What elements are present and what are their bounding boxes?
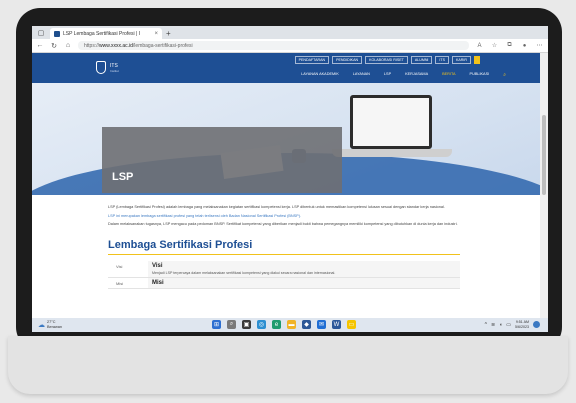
topnav-item[interactable]: ALUMNI xyxy=(410,56,433,64)
main-navigation: LAYANAN AKADEMIK LAYANAN LSP KERJASAMA B… xyxy=(301,72,506,78)
row-description: Menjadi LSP terpercaya dalam melaksanaka… xyxy=(152,270,336,275)
table-row: Visi Visi Menjadi LSP terpercaya dalam m… xyxy=(108,260,460,278)
weather-widget[interactable]: ☁ 27°C Berawan xyxy=(38,320,62,329)
top-navigation: PENDAFTARAN PENDIDIKAN KOLABORASI RISET … xyxy=(294,56,480,64)
mail-icon[interactable]: ✉ xyxy=(317,320,326,329)
read-aloud-icon[interactable]: A xyxy=(475,43,484,49)
mainnav-item-active[interactable]: BERITA xyxy=(442,72,455,78)
volume-icon[interactable]: ◖ xyxy=(499,322,502,328)
logo-emblem-icon xyxy=(96,61,106,74)
topnav-item[interactable]: ITS xyxy=(435,56,450,64)
url-host: www.xxxx.ac.id xyxy=(99,42,133,49)
hero-laptop-illustration xyxy=(350,95,432,149)
search-icon[interactable]: ⌕ xyxy=(227,320,236,329)
url-prefix: https:// xyxy=(84,42,100,49)
window-menu-icon[interactable]: ▢ xyxy=(36,28,46,38)
clock-time: 9:51 AM xyxy=(515,320,529,324)
address-bar-row: ← ↻ ⌂ https:// www.xxxx.ac.id /lembaga-s… xyxy=(32,39,548,53)
hero-banner: LSP xyxy=(32,83,540,195)
table-row: Misi Misi xyxy=(108,277,460,289)
more-icon[interactable]: ⋯ xyxy=(535,42,544,49)
site-header: ITS Institut PENDAFTARAN PENDIDIKAN KOLA… xyxy=(32,53,540,83)
topnav-item[interactable]: KOLABORASI RISET xyxy=(365,56,408,64)
topnav-item[interactable]: KARIR xyxy=(452,56,471,64)
row-heading: Misi xyxy=(152,279,164,286)
taskbar-apps: ⊞ ⌕ ▣ ◎ e ▬ ◆ ✉ W ▭ xyxy=(212,320,356,329)
browser-tab[interactable]: LSP Lembaga Sertifikasi Profesi | I × xyxy=(50,28,162,39)
intro-paragraph: Dalam melaksanakan tugasnya, LSP mengacu… xyxy=(108,222,458,227)
clock[interactable]: 9:51 AM 5/6/2023 xyxy=(515,320,529,329)
row-key: Misi xyxy=(116,280,124,286)
mainnav-item[interactable]: PUBLIKASI xyxy=(470,72,490,78)
collections-icon[interactable]: ⧉ xyxy=(505,42,514,49)
new-tab-button[interactable]: + xyxy=(166,29,171,38)
topnav-item[interactable]: PENDAFTARAN xyxy=(294,56,330,64)
search-icon[interactable]: ⌕ xyxy=(503,72,506,78)
browser-tab-bar: ▢ LSP Lembaga Sertifikasi Profesi | I × … xyxy=(32,26,548,39)
screen: ▢ LSP Lembaga Sertifikasi Profesi | I × … xyxy=(32,26,548,332)
start-icon[interactable]: ⊞ xyxy=(212,320,221,329)
lock-icon[interactable]: ⌂ xyxy=(64,42,72,49)
row-heading: Visi xyxy=(152,262,163,269)
intro-paragraph: LSP (Lembaga Sertifikasi Profesi) adalah… xyxy=(108,205,445,209)
topnav-item[interactable]: PENDIDIKAN xyxy=(332,56,363,64)
notification-icon[interactable] xyxy=(533,321,540,328)
mainnav-item[interactable]: LAYANAN xyxy=(353,72,370,78)
chat-icon[interactable]: ◎ xyxy=(257,320,266,329)
page-scrollbar[interactable] xyxy=(540,53,548,318)
hero-title-band xyxy=(102,127,342,193)
mainnav-item[interactable]: KERJASAMA xyxy=(405,72,428,78)
url-field[interactable]: https:// www.xxxx.ac.id /lembaga-sertifi… xyxy=(78,41,469,50)
row-key: Visi xyxy=(116,263,123,269)
tray-chevron-icon[interactable]: ^ xyxy=(485,322,487,328)
vision-mission-table: Visi Visi Menjadi LSP terpercaya dalam m… xyxy=(108,260,460,289)
section-title: Lembaga Sertifikasi Profesi xyxy=(108,239,460,255)
back-icon[interactable]: ← xyxy=(36,42,44,49)
language-toggle[interactable] xyxy=(474,56,480,64)
battery-icon[interactable]: ▭ xyxy=(506,322,511,328)
row-value: Misi xyxy=(148,277,460,288)
folder-icon[interactable]: ▭ xyxy=(347,320,356,329)
clock-date: 5/6/2023 xyxy=(515,324,529,329)
tablet-base xyxy=(8,336,568,394)
store-icon[interactable]: ◆ xyxy=(302,320,311,329)
cloud-icon: ☁ xyxy=(38,321,45,329)
refresh-icon[interactable]: ↻ xyxy=(50,42,58,50)
favorites-icon[interactable]: ☆ xyxy=(490,42,499,49)
tab-close-icon[interactable]: × xyxy=(154,31,158,37)
url-path: /lembaga-sertifikasi-profesi xyxy=(132,42,193,49)
page-content: LSP (Lembaga Sertifikasi Profesi) adalah… xyxy=(32,195,540,289)
row-value: Visi Menjadi LSP terpercaya dalam melaks… xyxy=(148,260,460,277)
site-favicon-icon xyxy=(54,30,60,37)
task-view-icon[interactable]: ▣ xyxy=(242,320,251,329)
taskbar: ☁ 27°C Berawan ⊞ ⌕ ▣ ◎ e ▬ ◆ ✉ W ▭ ^ ≋ ◖… xyxy=(32,318,548,332)
profile-icon[interactable]: ● xyxy=(520,43,529,49)
weather-condition: Berawan xyxy=(47,324,62,329)
file-explorer-icon[interactable]: ▬ xyxy=(287,320,296,329)
web-page: ITS Institut PENDAFTARAN PENDIDIKAN KOLA… xyxy=(32,53,540,318)
intro-paragraph-link[interactable]: LSP ini merupakan lembaga sertifikasi pr… xyxy=(108,214,470,220)
wifi-icon[interactable]: ≋ xyxy=(491,322,495,328)
mainnav-item[interactable]: LSP xyxy=(384,72,391,78)
hero-laptop-base xyxy=(332,149,452,157)
logo-subtitle: Institut xyxy=(110,68,119,73)
edge-browser-icon[interactable]: e xyxy=(272,320,281,329)
scrollbar-thumb[interactable] xyxy=(542,115,546,195)
site-logo[interactable]: ITS Institut xyxy=(96,61,119,74)
mainnav-item[interactable]: LAYANAN AKADEMIK xyxy=(301,72,339,78)
system-tray: ^ ≋ ◖ ▭ 9:51 AM 5/6/2023 xyxy=(485,320,540,329)
tab-title: LSP Lembaga Sertifikasi Profesi | I xyxy=(63,30,141,37)
logo-name: ITS xyxy=(110,62,118,69)
word-icon[interactable]: W xyxy=(332,320,341,329)
hero-title: LSP xyxy=(112,171,134,183)
